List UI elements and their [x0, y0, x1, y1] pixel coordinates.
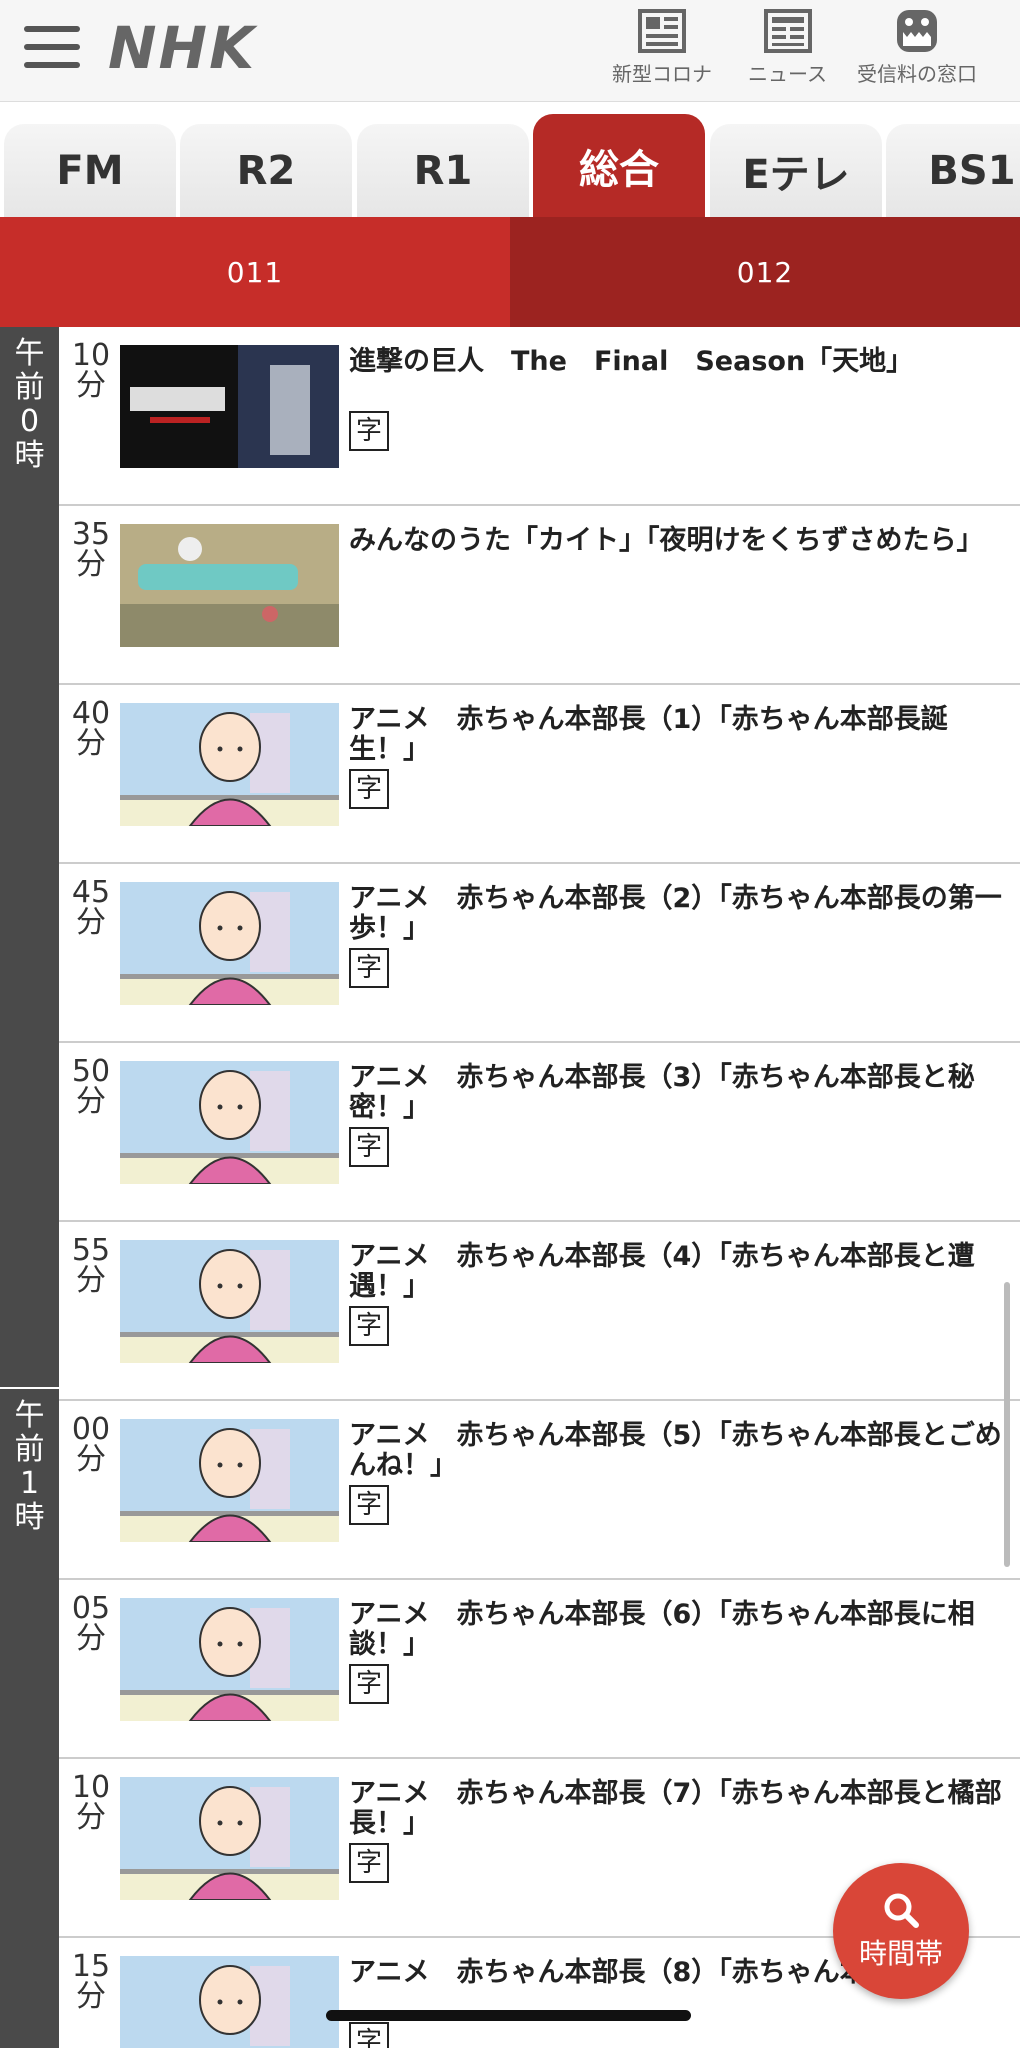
app-header: NHK 新型コロナ ニュース 受信料の窓口 — [0, 0, 1020, 102]
program-row[interactable]: 10 分 進撃の巨人 The Final Season「天地」字 — [59, 327, 1020, 506]
subtitle-badge: 字 — [349, 411, 389, 451]
program-title[interactable]: みんなのうた「カイト」「夜明けをくちずさめたら」 — [349, 526, 1015, 556]
minute-value: 55 — [71, 1233, 111, 1268]
minute-unit: 分 — [76, 1979, 106, 2014]
subchannel-012[interactable]: 012 — [510, 217, 1020, 327]
program-start-minute: 05 分 — [65, 1594, 117, 1654]
tab-bs1[interactable]: BS1 — [886, 124, 1020, 217]
minute-value: 40 — [71, 696, 111, 731]
program-row[interactable]: 55 分 アニメ 赤ちゃん本部長（4）「赤ちゃん本部長と遭遇！」字 — [59, 1222, 1020, 1401]
nav-covid[interactable]: 新型コロナ — [612, 8, 712, 87]
program-title[interactable]: アニメ 赤ちゃん本部長（6）「赤ちゃん本部長に相談！」 — [349, 1600, 1015, 1660]
program-thumbnail[interactable] — [120, 345, 339, 468]
minute-unit: 分 — [76, 547, 106, 582]
program-thumbnail[interactable] — [120, 1956, 339, 2048]
program-start-minute: 15 分 — [65, 1952, 117, 2012]
hour-label: 午前0時 — [14, 336, 45, 473]
nav-covid-label: 新型コロナ — [612, 62, 712, 86]
search-icon — [884, 1893, 919, 1928]
program-row[interactable]: 00 分 アニメ 赤ちゃん本部長（5）「赤ちゃん本部長とごめんね！」字 — [59, 1401, 1020, 1580]
nav-news-label: ニュース — [748, 62, 827, 86]
tab-etele[interactable]: Eテレ — [710, 124, 882, 217]
subtitle-badge: 字 — [349, 1306, 389, 1346]
program-start-minute: 55 分 — [65, 1236, 117, 1296]
program-start-minute: 35 分 — [65, 520, 117, 580]
minute-unit: 分 — [76, 1084, 106, 1119]
hour-block: 午前1時 — [0, 1389, 59, 2048]
subtitle-badge: 字 — [349, 1485, 389, 1525]
program-thumbnail[interactable] — [120, 882, 339, 1005]
program-thumbnail[interactable] — [120, 1777, 339, 1900]
subtitle-badge: 字 — [349, 948, 389, 988]
program-thumbnail[interactable] — [120, 1419, 339, 1542]
minute-value: 50 — [71, 1054, 111, 1089]
program-schedule: 午前0時 午前1時 10 分進撃の巨人 The Final Season「天地」字… — [0, 327, 1020, 2048]
subtitle-badge: 字 — [349, 1843, 389, 1883]
minute-unit: 分 — [76, 1800, 106, 1835]
program-title[interactable]: 進撃の巨人 The Final Season「天地」 — [349, 347, 1015, 377]
time-slot-label: 時間帯 — [858, 1937, 943, 1970]
program-row[interactable]: 35 分 みんなのうた「カイト」「夜明けをくちずさめたら」 — [59, 506, 1020, 685]
program-thumbnail[interactable] — [120, 1598, 339, 1721]
program-title[interactable]: アニメ 赤ちゃん本部長（4）「赤ちゃん本部長と遭遇！」 — [349, 1242, 1015, 1302]
tab-fm[interactable]: FM — [4, 124, 176, 217]
minute-unit: 分 — [76, 1621, 106, 1656]
program-row[interactable]: 50 分 アニメ 赤ちゃん本部長（3）「赤ちゃん本部長と秘密！」字 — [59, 1043, 1020, 1222]
minute-unit: 分 — [76, 905, 106, 940]
program-start-minute: 00 分 — [65, 1415, 117, 1475]
minute-value: 05 — [71, 1591, 111, 1626]
minute-value: 10 — [71, 338, 111, 373]
home-indicator — [326, 2010, 691, 2021]
minute-unit: 分 — [76, 1263, 106, 1298]
program-row[interactable]: 05 分 アニメ 赤ちゃん本部長（6）「赤ちゃん本部長に相談！」字 — [59, 1580, 1020, 1759]
minute-value: 35 — [71, 517, 111, 552]
subtitle-badge: 字 — [349, 1127, 389, 1167]
program-title[interactable]: アニメ 赤ちゃん本部長（3）「赤ちゃん本部長と秘密！」 — [349, 1063, 1015, 1123]
program-thumbnail[interactable] — [120, 1240, 339, 1363]
program-start-minute: 40 分 — [65, 699, 117, 759]
tab-r2[interactable]: R2 — [180, 124, 352, 217]
domokun-icon — [897, 10, 937, 52]
subchannel-011[interactable]: 011 — [0, 217, 510, 327]
hour-label: 午前1時 — [14, 1398, 45, 1535]
hour-block: 午前0時 — [0, 327, 59, 1389]
minute-value: 00 — [71, 1412, 111, 1447]
covid-news-icon — [638, 9, 686, 53]
subtitle-badge: 字 — [349, 2022, 389, 2048]
minute-value: 15 — [71, 1949, 111, 1984]
program-thumbnail[interactable] — [120, 703, 339, 826]
tab-r1[interactable]: R1 — [357, 124, 529, 217]
nav-fee[interactable]: 受信料の窓口 — [857, 8, 977, 87]
scrollbar[interactable] — [1004, 1282, 1010, 1567]
newspaper-icon — [763, 9, 812, 53]
nhk-logo[interactable]: NHK — [108, 14, 256, 82]
subtitle-badge: 字 — [349, 1664, 389, 1704]
minute-value: 45 — [71, 875, 111, 910]
program-start-minute: 10 分 — [65, 1773, 117, 1833]
program-row[interactable]: 45 分 アニメ 赤ちゃん本部長（2）「赤ちゃん本部長の第一歩！」字 — [59, 864, 1020, 1043]
program-title[interactable]: アニメ 赤ちゃん本部長（5）「赤ちゃん本部長とごめんね！」 — [349, 1421, 1015, 1481]
minute-unit: 分 — [76, 368, 106, 403]
program-title[interactable]: アニメ 赤ちゃん本部長（7）「赤ちゃん本部長と橘部長！」 — [349, 1779, 1015, 1839]
program-start-minute: 45 分 — [65, 878, 117, 938]
nav-news[interactable]: ニュース — [748, 8, 827, 87]
nav-fee-label: 受信料の窓口 — [857, 62, 977, 86]
minute-unit: 分 — [76, 1442, 106, 1477]
program-title[interactable]: アニメ 赤ちゃん本部長（1）「赤ちゃん本部長誕生！」 — [349, 705, 1015, 765]
program-title[interactable]: アニメ 赤ちゃん本部長（2）「赤ちゃん本部長の第一歩！」 — [349, 884, 1015, 944]
channel-tabs: FM R2 R1 総合 Eテレ BS1 — [0, 102, 1020, 217]
tab-sogo[interactable]: 総合 — [533, 114, 705, 217]
minute-value: 10 — [71, 1770, 111, 1805]
subchannel-tabs: 011 012 — [0, 217, 1020, 327]
program-start-minute: 50 分 — [65, 1057, 117, 1117]
program-thumbnail[interactable] — [120, 1061, 339, 1184]
minute-unit: 分 — [76, 726, 106, 761]
program-row[interactable]: 40 分 アニメ 赤ちゃん本部長（1）「赤ちゃん本部長誕生！」字 — [59, 685, 1020, 864]
time-slot-button[interactable]: 時間帯 — [833, 1863, 969, 1999]
program-thumbnail[interactable] — [120, 524, 339, 647]
subtitle-badge: 字 — [349, 769, 389, 809]
menu-icon[interactable] — [24, 26, 80, 72]
program-start-minute: 10 分 — [65, 341, 117, 401]
